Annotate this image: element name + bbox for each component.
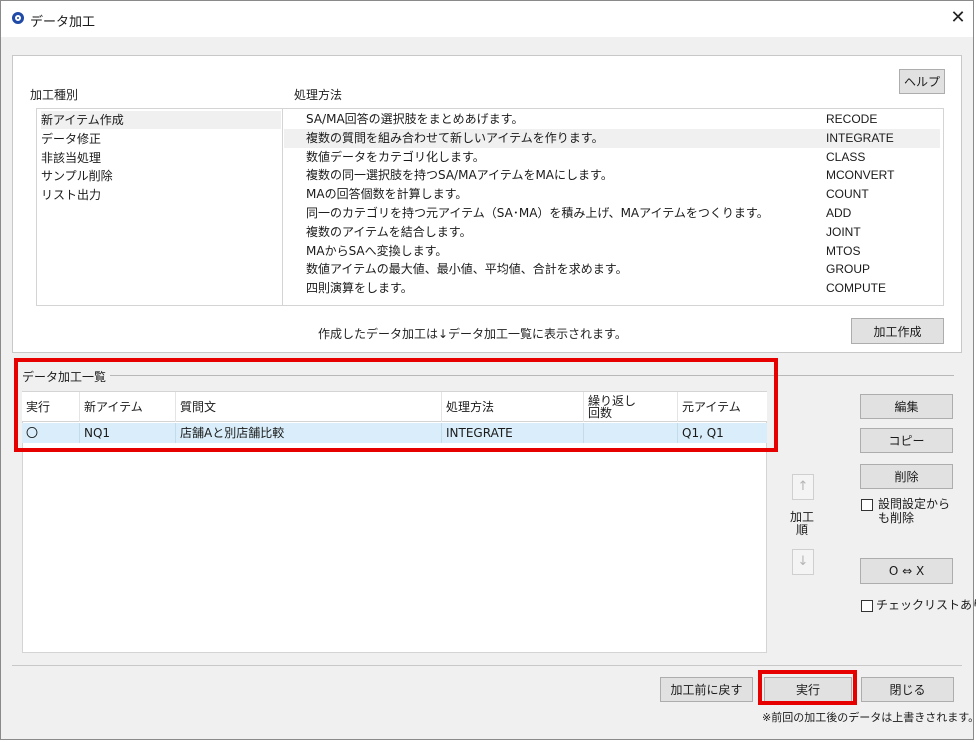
processing-type-item[interactable]: サンプル削除 [41,167,281,185]
method-code: GROUP [826,262,871,277]
revert-button[interactable]: 加工前に戻す [660,677,753,702]
list-highlight-frame [14,358,778,452]
move-up-button[interactable]: ↑ [792,474,814,500]
processing-type-item[interactable]: 新アイテム作成 [41,111,281,129]
footer-divider [12,665,962,666]
method-code: ADD [826,206,852,220]
execute-highlight-frame [758,670,857,705]
checklist-checkbox[interactable] [861,600,873,612]
delete-from-setting-label: 設問設定からも削除 [878,497,951,525]
method-description: MAからSAへ変換します。 [306,243,448,258]
title-bar [1,1,973,37]
order-label: 加工順 [790,510,815,537]
checklist-label: チェックリストあり [876,598,976,612]
move-down-button[interactable]: ↓ [792,549,814,575]
window-title: データ加工 [30,15,96,30]
overwrite-note: ※前回の加工後のデータは上書きされます。 [762,711,976,724]
processing-method-row[interactable]: MAからSAへ変換します。 MTOS [284,242,940,261]
method-code: CLASS [826,149,866,164]
processing-method-row[interactable]: 数値データをカテゴリ化します。 CLASS [284,148,940,167]
method-description: 複数の同一選択肢を持つSA/MAアイテムをMAにします。 [306,168,613,183]
processing-method-row[interactable]: SA/MA回答の選択肢をまとめあげます。 RECODE [284,110,940,129]
close-icon[interactable]: ✕ [946,6,970,30]
close-button[interactable]: 閉じる [861,677,954,702]
method-description: 四則演算をします。 [306,281,413,296]
toggle-execute-button[interactable]: O ⇔ X [860,558,953,584]
processing-method-label: 処理方法 [294,88,343,102]
processing-method-row[interactable]: 四則演算をします。 COMPUTE [284,279,940,298]
processing-type-label: 加工種別 [30,88,79,102]
method-description: 同一のカテゴリを持つ元アイテム（SA･MA）を積み上げ、MAアイテムをつくります… [306,206,769,220]
processing-method-row[interactable]: 数値アイテムの最大値、最小値、平均値、合計を求めます。 GROUP [284,260,940,279]
delete-from-setting-checkbox[interactable] [861,499,873,511]
processing-method-row[interactable]: 複数のアイテムを結合します。 JOINT [284,223,940,242]
method-code: RECODE [826,112,878,126]
method-description: 複数の質問を組み合わせて新しいアイテムを作ります。 [306,130,604,145]
method-code: COMPUTE [826,281,886,296]
copy-button[interactable]: コピー [860,428,953,453]
edit-button[interactable]: 編集 [860,394,953,419]
app-logo-icon [12,12,24,24]
processing-method-list[interactable]: SA/MA回答の選択肢をまとめあげます。 RECODE 複数の質問を組み合わせて新し… [282,108,944,306]
method-description: MAの回答個数を計算します。 [306,187,468,202]
processing-type-list[interactable]: 新アイテム作成 データ修正 非該当処理 サンプル削除 リスト出力 [36,108,288,306]
processing-method-row[interactable]: 複数の質問を組み合わせて新しいアイテムを作ります。 INTEGRATE [284,128,940,148]
help-button[interactable]: ヘルプ [899,69,945,94]
create-processing-button[interactable]: 加工作成 [851,318,944,344]
method-code: COUNT [826,187,869,202]
processing-method-row[interactable]: 複数の同一選択肢を持つSA/MAアイテムをMAにします。 MCONVERT [284,166,940,185]
method-description: SA/MA回答の選択肢をまとめあげます。 [306,112,524,126]
processing-method-row[interactable]: 同一のカテゴリを持つ元アイテム（SA･MA）を積み上げ、MAアイテムをつくります… [284,204,940,223]
processing-method-row[interactable]: MAの回答個数を計算します。 COUNT [284,185,940,204]
method-code: MTOS [826,243,861,258]
method-code: JOINT [826,224,861,239]
processing-type-item[interactable]: リスト出力 [41,186,281,204]
method-code: INTEGRATE [826,130,894,145]
method-description: 複数のアイテムを結合します。 [306,224,472,239]
processing-type-item[interactable]: 非該当処理 [41,149,281,167]
delete-button[interactable]: 削除 [860,464,953,489]
method-description: 数値アイテムの最大値、最小値、平均値、合計を求めます。 [306,262,628,277]
method-code: MCONVERT [826,168,895,183]
method-description: 数値データをカテゴリ化します。 [306,149,485,164]
info-text: 作成したデータ加工は↓データ加工一覧に表示されます。 [318,327,627,341]
processing-type-item[interactable]: データ修正 [41,130,281,148]
